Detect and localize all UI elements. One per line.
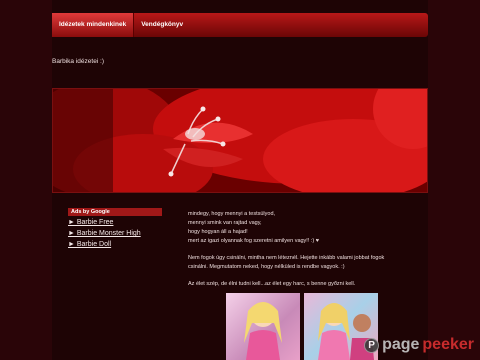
- quote-line: Nem fogok úgy csinálni, mintha nem létez…: [188, 255, 385, 261]
- site-tagline: Barbika idézetei :): [52, 58, 105, 65]
- red-flower-banner-image: [53, 89, 427, 192]
- sidebar: Ads by Google ► Barbie Free ► Barbie Mon…: [68, 208, 162, 249]
- nav-item-vendegkonyv[interactable]: Vendégkönyv: [134, 13, 190, 37]
- quote-line: csinálni. Megmutatom neked, hogy nélküle…: [188, 264, 345, 270]
- pagepeeker-logo-icon: P: [364, 337, 380, 353]
- header-banner: [52, 88, 428, 193]
- quote-paragraph-3: Az élet szép, de élni tudni kell...az él…: [188, 281, 356, 287]
- watermark-prefix: page: [382, 336, 420, 353]
- main-content: mindegy, hogy mennyi a testsúlyod, menny…: [188, 210, 420, 297]
- pagepeeker-watermark: P page peeker: [364, 336, 474, 354]
- quote-line: mindegy, hogy mennyi a testsúlyod,: [188, 211, 276, 217]
- sidebar-link-barbie-free[interactable]: ► Barbie Free: [68, 218, 162, 227]
- barbie-images: [226, 293, 378, 360]
- sidebar-link-barbie-monster-high[interactable]: ► Barbie Monster High: [68, 229, 162, 238]
- quote-line: mennyi smink van rajtad vagy,: [188, 220, 262, 226]
- watermark-suffix: peeker: [422, 336, 474, 353]
- barbie-image-1: [226, 293, 300, 360]
- quote-line: mert az igazi olyannak fog szeretni amil…: [188, 238, 320, 244]
- nav-item-idezetek[interactable]: Idézetek mindenkinek: [52, 13, 135, 37]
- quote-paragraph-1: mindegy, hogy mennyi a testsúlyod, menny…: [188, 210, 420, 246]
- quote-paragraph-2: Nem fogok úgy csinálni, mintha nem létez…: [188, 254, 420, 272]
- sidebar-link-barbie-doll[interactable]: ► Barbie Doll: [68, 240, 162, 249]
- ads-title[interactable]: Ads by Google: [68, 208, 162, 216]
- main-navigation: Idézetek mindenkinek Vendégkönyv: [52, 13, 428, 37]
- quote-line: hogy hogyan áll a hajad!: [188, 229, 248, 235]
